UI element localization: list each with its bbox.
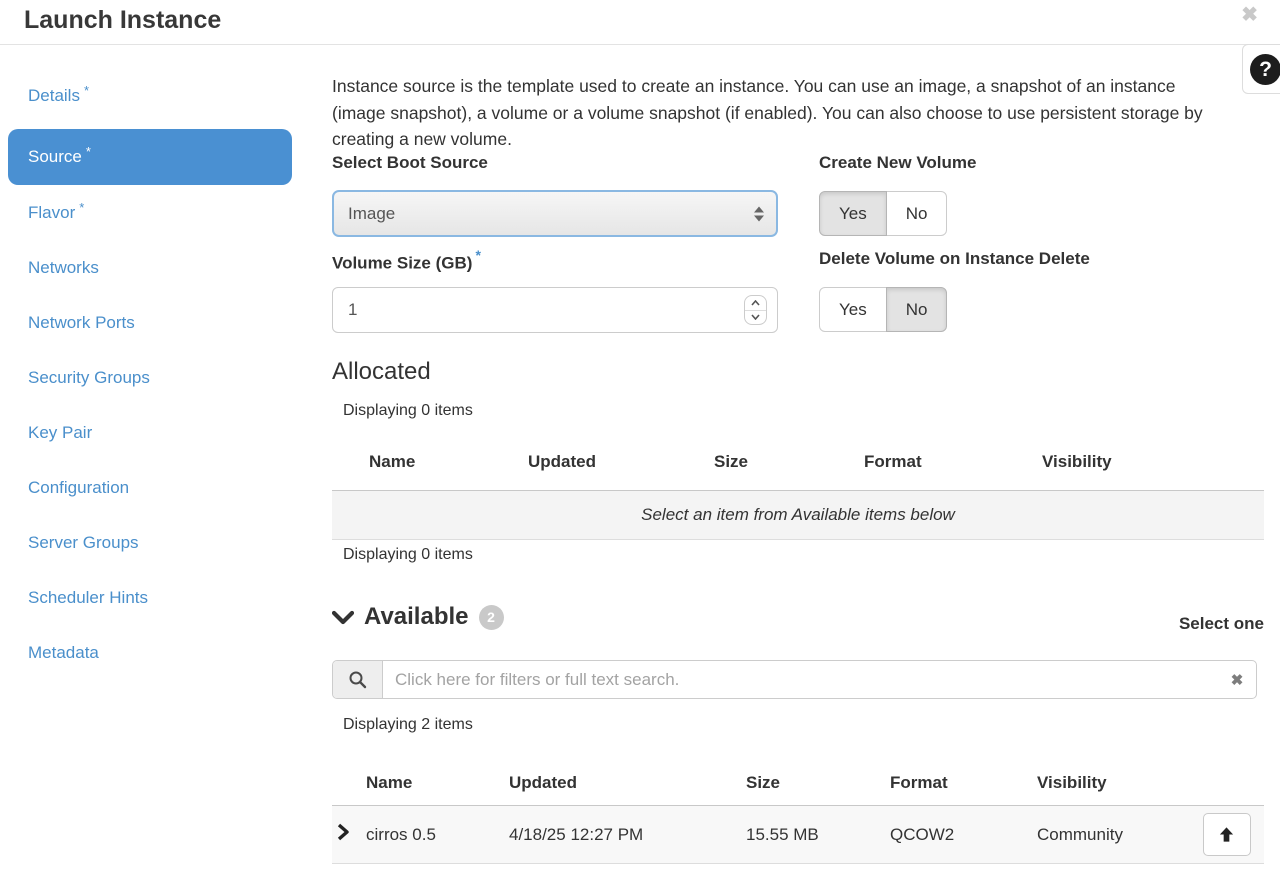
boot-source-value: Image [348,204,395,224]
volume-size-field-wrap [332,287,778,333]
col-header-updated: Updated [492,440,678,491]
arrow-up-icon [1218,826,1235,843]
cell-visibility: Community [1029,806,1189,864]
create-volume-label: Create New Volume [819,153,976,173]
sidebar-item-configuration[interactable]: Configuration [0,460,300,515]
col-header-name: Name [358,761,501,806]
required-marker: * [79,200,84,215]
boot-source-label: Select Boot Source [332,153,488,173]
volume-size-label: Volume Size (GB)* [332,249,481,274]
required-marker: * [84,83,89,98]
row-expander[interactable] [332,806,358,864]
required-marker: * [475,247,480,263]
table-row: cirros 0.5 4/18/25 12:27 PM 15.55 MB QCO… [332,806,1264,864]
create-volume-yes-button[interactable]: Yes [819,191,887,236]
number-stepper[interactable] [744,295,767,325]
cell-size: 15.55 MB [738,806,882,864]
allocated-empty-message: Select an item from Available items belo… [332,491,1264,540]
available-header-row: Name Updated Size Format Visibility [332,761,1264,806]
wizard-nav: Details* Source* Flavor* Networks Networ… [0,68,300,680]
col-header-size: Size [678,440,828,491]
source-step-panel: Instance source is the template used to … [332,0,1264,873]
sidebar-item-source[interactable]: Source* [0,123,300,185]
col-header-updated: Updated [501,761,738,806]
allocated-table: Name Updated Size Format Visibility Sele… [332,440,1264,540]
allocate-item-button[interactable] [1203,813,1251,856]
available-count-text: Displaying 2 items [343,716,473,734]
action-column-header [1189,761,1264,806]
sidebar-item-key-pair[interactable]: Key Pair [0,405,300,460]
select-arrows-icon [754,206,764,221]
delete-volume-toggle: Yes No [819,287,947,332]
col-header-visibility: Visibility [1006,440,1264,491]
create-volume-toggle: Yes No [819,191,947,236]
boot-source-select[interactable]: Image [332,190,778,237]
search-input[interactable] [383,661,1218,698]
expander-column-header [332,761,358,806]
sidebar-item-server-groups[interactable]: Server Groups [0,515,300,570]
stepper-down-icon[interactable] [745,311,766,325]
chevron-right-icon [337,823,349,841]
sidebar-item-metadata[interactable]: Metadata [0,625,300,680]
allocated-count-top: Displaying 0 items [343,402,473,420]
page-title: Launch Instance [24,6,221,35]
sidebar-item-details[interactable]: Details* [0,68,300,123]
col-header-format: Format [882,761,1029,806]
stepper-up-icon[interactable] [745,296,766,311]
delete-volume-yes-button[interactable]: Yes [819,287,887,332]
delete-volume-label: Delete Volume on Instance Delete [819,249,1090,269]
col-header-name: Name [332,440,492,491]
clear-search-icon[interactable]: ✖ [1218,661,1256,698]
col-header-visibility: Visibility [1029,761,1189,806]
col-header-size: Size [738,761,882,806]
required-marker: * [86,144,91,159]
chevron-down-icon [332,610,354,625]
select-one-hint: Select one [1179,614,1264,634]
sidebar-item-flavor[interactable]: Flavor* [0,185,300,240]
col-header-format: Format [828,440,1006,491]
sidebar-item-network-ports[interactable]: Network Ports [0,295,300,350]
volume-size-input[interactable] [332,287,778,333]
available-title: Available [364,603,469,631]
sidebar-item-security-groups[interactable]: Security Groups [0,350,300,405]
allocated-empty-row: Select an item from Available items belo… [332,491,1264,540]
intro-text: Instance source is the template used to … [332,73,1216,153]
search-icon[interactable] [333,661,383,698]
cell-updated: 4/18/25 12:27 PM [501,806,738,864]
allocated-title: Allocated [332,358,431,386]
cell-format: QCOW2 [882,806,1029,864]
launch-instance-modal: Launch Instance ✖ ? Details* Source* Fla… [0,0,1280,873]
sidebar-item-scheduler-hints[interactable]: Scheduler Hints [0,570,300,625]
filter-search-bar: ✖ [332,660,1257,699]
available-count-badge: 2 [479,605,504,630]
allocated-count-bottom: Displaying 0 items [343,546,473,564]
sidebar-item-networks[interactable]: Networks [0,240,300,295]
cell-name: cirros 0.5 [358,806,501,864]
create-volume-no-button[interactable]: No [886,191,948,236]
delete-volume-no-button[interactable]: No [886,287,948,332]
available-section-header[interactable]: Available 2 [332,603,504,631]
available-table: Name Updated Size Format Visibility cirr… [332,761,1264,864]
allocated-header-row: Name Updated Size Format Visibility [332,440,1264,491]
